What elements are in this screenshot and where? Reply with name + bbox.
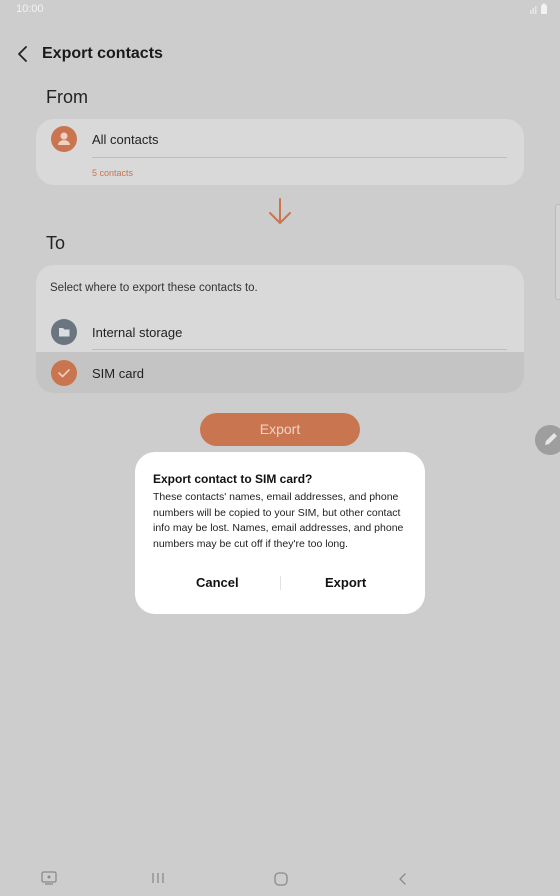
navigation-bar [0, 860, 560, 896]
recents-icon[interactable] [150, 871, 166, 885]
dialog-body: These contacts' names, email addresses, … [153, 491, 404, 550]
from-label: From [46, 87, 88, 107]
option-internal-storage[interactable]: Internal storage [36, 309, 524, 351]
pencil-icon[interactable] [535, 425, 560, 455]
export-prompt: Select where to export these contacts to… [50, 282, 258, 294]
confirm-dialog: Export contact to SIM card? These contac… [135, 452, 425, 614]
screenshot-icon[interactable] [40, 870, 58, 886]
from-card: All contacts 5 contacts [36, 119, 524, 185]
option-label: Internal storage [92, 325, 183, 340]
status-time: 10:00 [16, 3, 44, 15]
option-label: SIM card [92, 366, 145, 381]
folder-icon [51, 319, 77, 345]
export-button[interactable]: Export [200, 413, 360, 446]
home-icon[interactable] [273, 871, 289, 887]
cancel-button[interactable]: Cancel [196, 575, 239, 590]
contacts-count: 5 contacts [92, 168, 134, 178]
confirm-export-button[interactable]: Export [325, 575, 366, 590]
divider [92, 157, 507, 158]
to-label: To [46, 233, 66, 253]
option-sim-card[interactable]: SIM card [36, 352, 524, 393]
dialog-title: Export contact to SIM card? [153, 472, 313, 486]
nav-back-icon[interactable] [396, 871, 410, 887]
edge-panel-handle[interactable] [555, 204, 560, 300]
user-icon [51, 126, 77, 152]
button-separator [280, 576, 281, 590]
page-title: Export contacts [42, 45, 163, 62]
all-contacts-label[interactable]: All contacts [92, 132, 158, 147]
to-card: Select where to export these contacts to… [36, 265, 524, 393]
divider [92, 349, 507, 350]
check-icon [51, 360, 77, 386]
signal-battery-icon [530, 3, 547, 14]
status-bar: 10:00 [0, 0, 560, 18]
arrow-down-icon [269, 198, 291, 224]
back-arrow-icon[interactable] [14, 44, 34, 64]
